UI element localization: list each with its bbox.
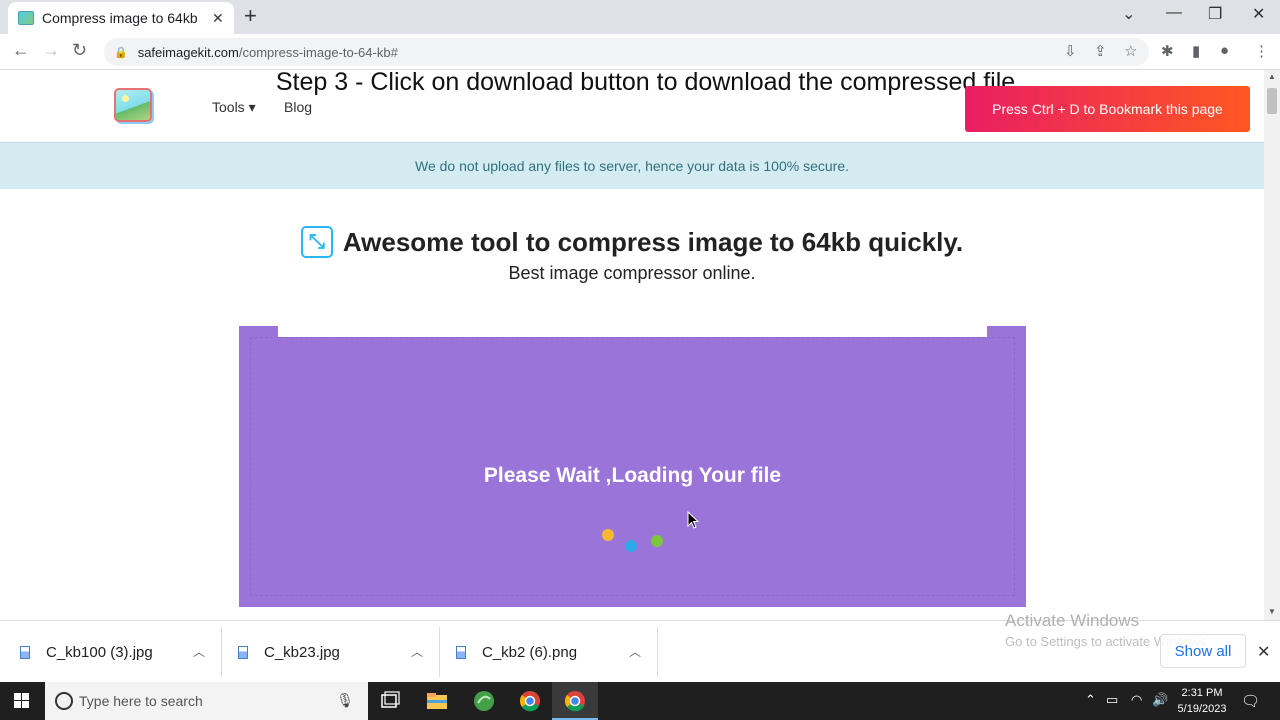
close-downloads-icon[interactable]: ✕ xyxy=(1257,642,1270,662)
new-tab-button[interactable]: + xyxy=(244,5,257,27)
chrome-profile-icon[interactable] xyxy=(517,688,543,714)
battery-icon[interactable]: ▭ xyxy=(1106,692,1118,708)
upload-dropzone[interactable]: Please Wait ,Loading Your file xyxy=(239,326,1026,607)
image-file-icon xyxy=(20,645,30,659)
wifi-icon[interactable]: ◠ xyxy=(1131,692,1142,708)
microphone-icon[interactable]: 🎙 xyxy=(336,692,354,709)
headline-row: ⤡ Awesome tool to compress image to 64kb… xyxy=(0,226,1264,258)
download-filename: C_kb100 (3).jpg xyxy=(46,643,153,661)
bookmark-star-icon[interactable]: ☆ xyxy=(1124,42,1137,60)
clock-time: 2:31 PM xyxy=(1181,687,1223,699)
download-item[interactable]: C_kb2 (6).png xyxy=(436,621,656,683)
taskbar-clock[interactable]: 2:31 PM 5/19/2023 xyxy=(1168,685,1236,717)
scroll-down-icon[interactable]: ▼ xyxy=(1268,607,1276,616)
tab-close-icon[interactable]: ✕ xyxy=(212,10,224,27)
notifications-icon[interactable]: 🗨 xyxy=(1241,692,1260,710)
tray-chevron-up-icon[interactable]: ⌃ xyxy=(1085,692,1096,708)
task-view-icon[interactable] xyxy=(377,688,403,714)
image-favicon-icon xyxy=(18,11,34,25)
image-file-icon xyxy=(238,645,248,659)
share-icon[interactable]: ⇪ xyxy=(1094,42,1107,60)
file-explorer-icon[interactable] xyxy=(424,688,450,714)
security-notice: We do not upload any files to server, he… xyxy=(0,142,1264,189)
windows-taskbar: Type here to search 🎙 ⌃ ▭ ◠ 🔊 2:31 PM 5/… xyxy=(0,682,1280,720)
restore-icon[interactable]: ❐ xyxy=(1208,4,1222,24)
page-subtitle: Best image compressor online. xyxy=(508,263,756,283)
loading-dot-orange xyxy=(602,529,614,541)
extensions-puzzle-icon[interactable]: ✱ xyxy=(1161,42,1174,60)
tab-title: Compress image to 64kb xyxy=(42,10,198,26)
show-all-button[interactable]: Show all xyxy=(1160,634,1246,668)
green-app-icon[interactable] xyxy=(471,688,497,714)
loading-dot-green xyxy=(651,535,663,547)
download-item[interactable]: C_kb100 (3).jpg xyxy=(0,621,220,683)
tab-search-chevron-icon[interactable]: ⌄ xyxy=(1122,4,1135,24)
browser-toolbar: ← → ↻ 🔒 safeimagekit.com /compress-image… xyxy=(0,34,1280,70)
loading-dot-blue xyxy=(625,540,637,552)
install-app-icon[interactable]: ⇩ xyxy=(1064,42,1077,60)
url-path: /compress-image-to-64-kb# xyxy=(238,44,398,60)
lock-icon: 🔒 xyxy=(114,46,128,59)
address-bar[interactable]: 🔒 safeimagekit.com /compress-image-to-64… xyxy=(104,38,1149,66)
mouse-cursor-icon xyxy=(687,511,699,529)
chevron-up-icon[interactable]: ︿ xyxy=(629,643,641,660)
volume-icon[interactable]: 🔊 xyxy=(1152,692,1168,708)
reload-icon[interactable]: ↻ xyxy=(72,40,87,61)
minimize-icon[interactable]: — xyxy=(1166,4,1182,22)
scrollbar-thumb[interactable] xyxy=(1267,88,1277,114)
chevron-up-icon[interactable]: ︿ xyxy=(193,643,205,660)
menu-kebab-icon[interactable]: ⋮ xyxy=(1254,42,1269,60)
close-window-icon[interactable]: ✕ xyxy=(1252,4,1265,24)
download-filename: C_kb23.jpg xyxy=(264,643,340,661)
profile-avatar-icon[interactable]: ● xyxy=(1220,42,1229,59)
url-host: safeimagekit.com xyxy=(137,44,239,60)
page-title: Awesome tool to compress image to 64kb q… xyxy=(342,226,964,257)
nav-blog-link[interactable]: Blog xyxy=(284,99,312,115)
compress-arrows-icon: ⤡ xyxy=(300,226,333,258)
chrome-icon[interactable] xyxy=(562,688,588,714)
back-arrow-icon[interactable]: ← xyxy=(12,40,30,61)
windows-start-icon[interactable] xyxy=(14,693,30,709)
download-filename: C_kb2 (6).png xyxy=(482,643,578,661)
page-viewport: Tools ▾ Blog Step 3 - Click on download … xyxy=(0,70,1264,620)
loading-message: Please Wait ,Loading Your file xyxy=(483,464,782,487)
scroll-up-icon[interactable]: ▲ xyxy=(1268,72,1276,81)
browser-titlebar: Compress image to 64kb ✕ + ⌄ — ❐ ✕ xyxy=(0,0,1280,34)
chevron-up-icon[interactable]: ︿ xyxy=(411,643,423,660)
taskbar-search-box[interactable]: Type here to search 🎙 xyxy=(45,682,368,720)
clock-date: 5/19/2023 xyxy=(1177,703,1227,715)
image-file-icon xyxy=(456,645,466,659)
activate-windows-title: Activate Windows xyxy=(1005,611,1140,630)
cortana-circle-icon xyxy=(55,692,73,710)
nav-tools-dropdown[interactable]: Tools ▾ xyxy=(212,99,256,116)
browser-tab[interactable]: Compress image to 64kb ✕ xyxy=(8,2,234,34)
forward-arrow-icon[interactable]: → xyxy=(42,40,60,61)
search-placeholder: Type here to search xyxy=(79,693,203,709)
download-item[interactable]: C_kb23.jpg xyxy=(218,621,438,683)
bookmark-hint-button[interactable]: Press Ctrl + D to Bookmark this page xyxy=(965,86,1250,132)
side-panel-icon[interactable]: ▮ xyxy=(1192,42,1200,60)
page-scrollbar[interactable]: ▲ ▼ xyxy=(1264,70,1280,620)
